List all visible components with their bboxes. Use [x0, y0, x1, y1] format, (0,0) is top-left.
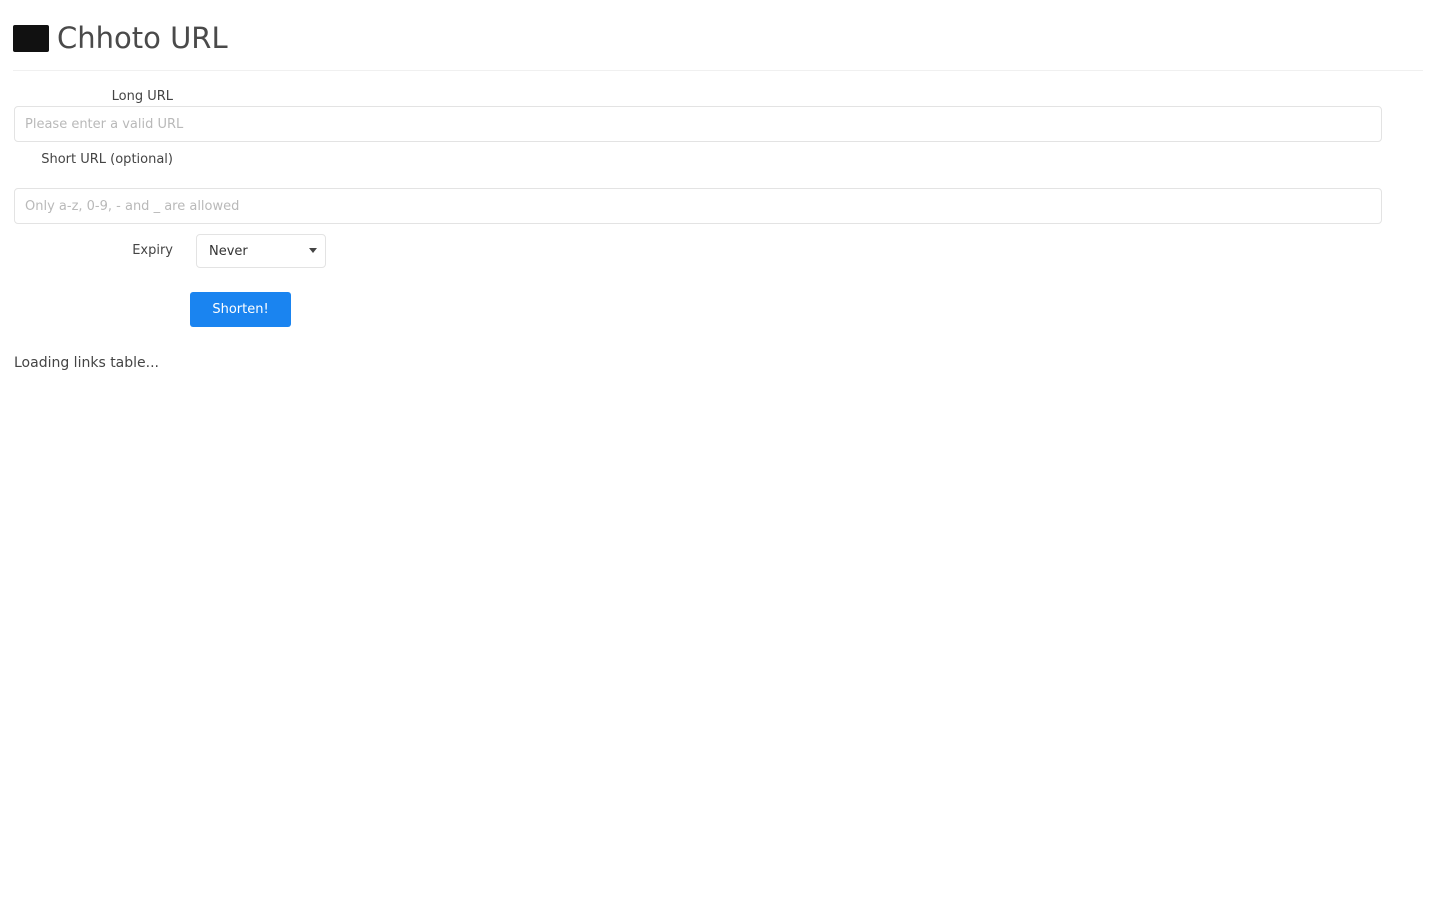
long-url-label: Long URL: [111, 89, 173, 104]
short-url-input[interactable]: [14, 188, 1382, 224]
chevron-down-icon: [309, 248, 317, 253]
page: Chhoto URL Long URL Short URL (optional)…: [0, 0, 1440, 900]
app-title: Chhoto URL: [57, 21, 228, 55]
header: Chhoto URL: [13, 24, 228, 53]
links-table-loading-text: Loading links table...: [14, 355, 159, 371]
short-url-label: Short URL (optional): [41, 152, 173, 167]
header-divider: [13, 70, 1423, 71]
terminal-icon: [13, 25, 49, 52]
expiry-select[interactable]: Never: [196, 234, 326, 268]
expiry-selected-value: Never: [209, 243, 248, 259]
shorten-button[interactable]: Shorten!: [190, 292, 291, 327]
long-url-input[interactable]: [14, 106, 1382, 142]
expiry-label: Expiry: [132, 243, 173, 258]
